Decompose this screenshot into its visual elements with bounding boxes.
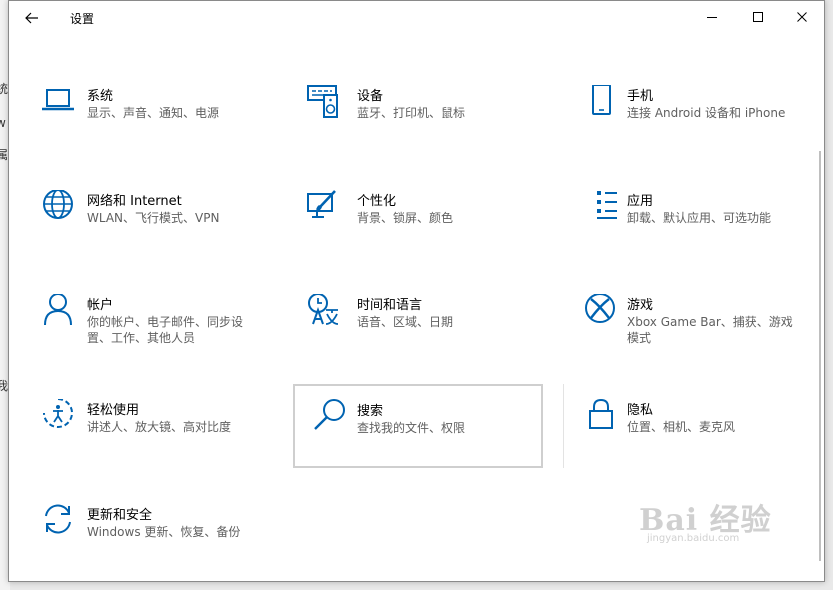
tile-name: 更新和安全 — [87, 508, 153, 523]
close-button[interactable] — [779, 1, 825, 33]
window-title: 设置 — [70, 12, 95, 26]
maximize-icon — [753, 12, 763, 22]
settings-window: 设置 系统 显示、声音、通知、电源 设备 蓝牙、打印机、鼠标 手机 连接 And… — [8, 0, 825, 582]
tile-update-security[interactable]: 更新和安全 Windows 更新、恢复、备份 — [17, 504, 267, 588]
app-list-icon — [597, 191, 617, 219]
sync-icon — [45, 504, 71, 534]
lock-icon — [589, 399, 613, 429]
tile-name: 系统 — [87, 89, 114, 104]
tile-description: 讲述人、放大镜、高对比度 — [87, 420, 232, 434]
tile-network[interactable]: 网络和 Internet WLAN、飞行模式、VPN — [17, 190, 267, 274]
laptop-icon — [42, 89, 74, 111]
tile-name: 设备 — [357, 89, 384, 104]
tile-description: 蓝牙、打印机、鼠标 — [357, 106, 466, 120]
tile-phone[interactable]: 手机 连接 Android 设备和 iPhone — [557, 85, 807, 169]
tile-description: 卸载、默认应用、可选功能 — [627, 211, 772, 225]
tile-gaming[interactable]: 游戏 Xbox Game Bar、捕获、游戏模式 — [557, 294, 807, 378]
tile-description: Xbox Game Bar、捕获、游戏模式 — [627, 315, 793, 345]
paint-monitor-icon — [307, 190, 336, 218]
tile-description: 连接 Android 设备和 iPhone — [627, 106, 786, 120]
tile-time-language[interactable]: 时间和语言 语音、区域、日期 — [287, 294, 537, 378]
tile-description: 查找我的文件、权限 — [357, 421, 466, 435]
background-fragment: 我 — [0, 379, 9, 393]
title-bar: 设置 — [9, 1, 824, 35]
tile-system[interactable]: 系统 显示、声音、通知、电源 — [17, 85, 267, 169]
tile-description: 你的帐户、电子邮件、同步设置、工作、其他人员 — [87, 315, 244, 345]
watermark-url: jingyan.baidu.com — [647, 533, 740, 544]
maximize-button[interactable] — [735, 1, 781, 33]
tile-description: WLAN、飞行模式、VPN — [87, 211, 220, 225]
tile-search[interactable]: 搜索 查找我的文件、权限 — [293, 384, 543, 468]
tile-name: 手机 — [627, 89, 654, 104]
watermark-logo: Bai 经验 jingyan.baidu.com — [639, 495, 799, 547]
tile-name: 搜索 — [357, 404, 384, 419]
tile-name: 应用 — [627, 194, 654, 209]
tile-accounts[interactable]: 帐户 你的帐户、电子邮件、同步设置、工作、其他人员 — [17, 294, 267, 378]
tile-name: 时间和语言 — [357, 298, 423, 313]
tile-description: 位置、相机、麦克风 — [627, 420, 736, 434]
tile-privacy[interactable]: 隐私 位置、相机、麦克风 — [557, 399, 807, 483]
arrow-left-icon — [25, 12, 38, 24]
person-icon — [44, 294, 72, 326]
ease-of-access-icon — [43, 399, 73, 428]
tile-description: Windows 更新、恢复、备份 — [87, 525, 241, 539]
tile-name: 游戏 — [627, 298, 654, 313]
tile-name: 帐户 — [87, 298, 114, 313]
tile-description: 背景、锁屏、颜色 — [357, 211, 454, 225]
xbox-icon — [585, 294, 615, 323]
tile-name: 网络和 Internet — [87, 194, 182, 209]
background-fragment: 统 — [0, 82, 9, 96]
minimize-button[interactable] — [689, 1, 735, 33]
search-icon — [314, 399, 345, 430]
minimize-icon — [707, 17, 717, 18]
tile-personalization[interactable]: 个性化 背景、锁屏、颜色 — [287, 190, 537, 274]
tile-name: 隐私 — [627, 403, 654, 418]
globe-icon — [43, 190, 73, 219]
tile-name: 轻松使用 — [87, 403, 140, 418]
tile-name: 个性化 — [357, 194, 397, 209]
tile-description: 显示、声音、通知、电源 — [87, 106, 220, 120]
background-fragment: 属 — [0, 148, 9, 162]
tile-apps[interactable]: 应用 卸载、默认应用、可选功能 — [557, 190, 807, 274]
back-button[interactable] — [19, 5, 45, 31]
background-fragment: w — [0, 116, 6, 130]
scrollbar[interactable] — [819, 151, 821, 561]
close-icon — [797, 12, 807, 22]
time-language-icon — [308, 294, 339, 325]
keyboard-speaker-icon — [307, 85, 338, 118]
tile-description: 语音、区域、日期 — [357, 315, 454, 329]
phone-icon — [592, 85, 611, 115]
tile-ease-of-access[interactable]: 轻松使用 讲述人、放大镜、高对比度 — [17, 399, 267, 483]
tile-divider — [563, 384, 564, 468]
tile-devices[interactable]: 设备 蓝牙、打印机、鼠标 — [287, 85, 537, 169]
